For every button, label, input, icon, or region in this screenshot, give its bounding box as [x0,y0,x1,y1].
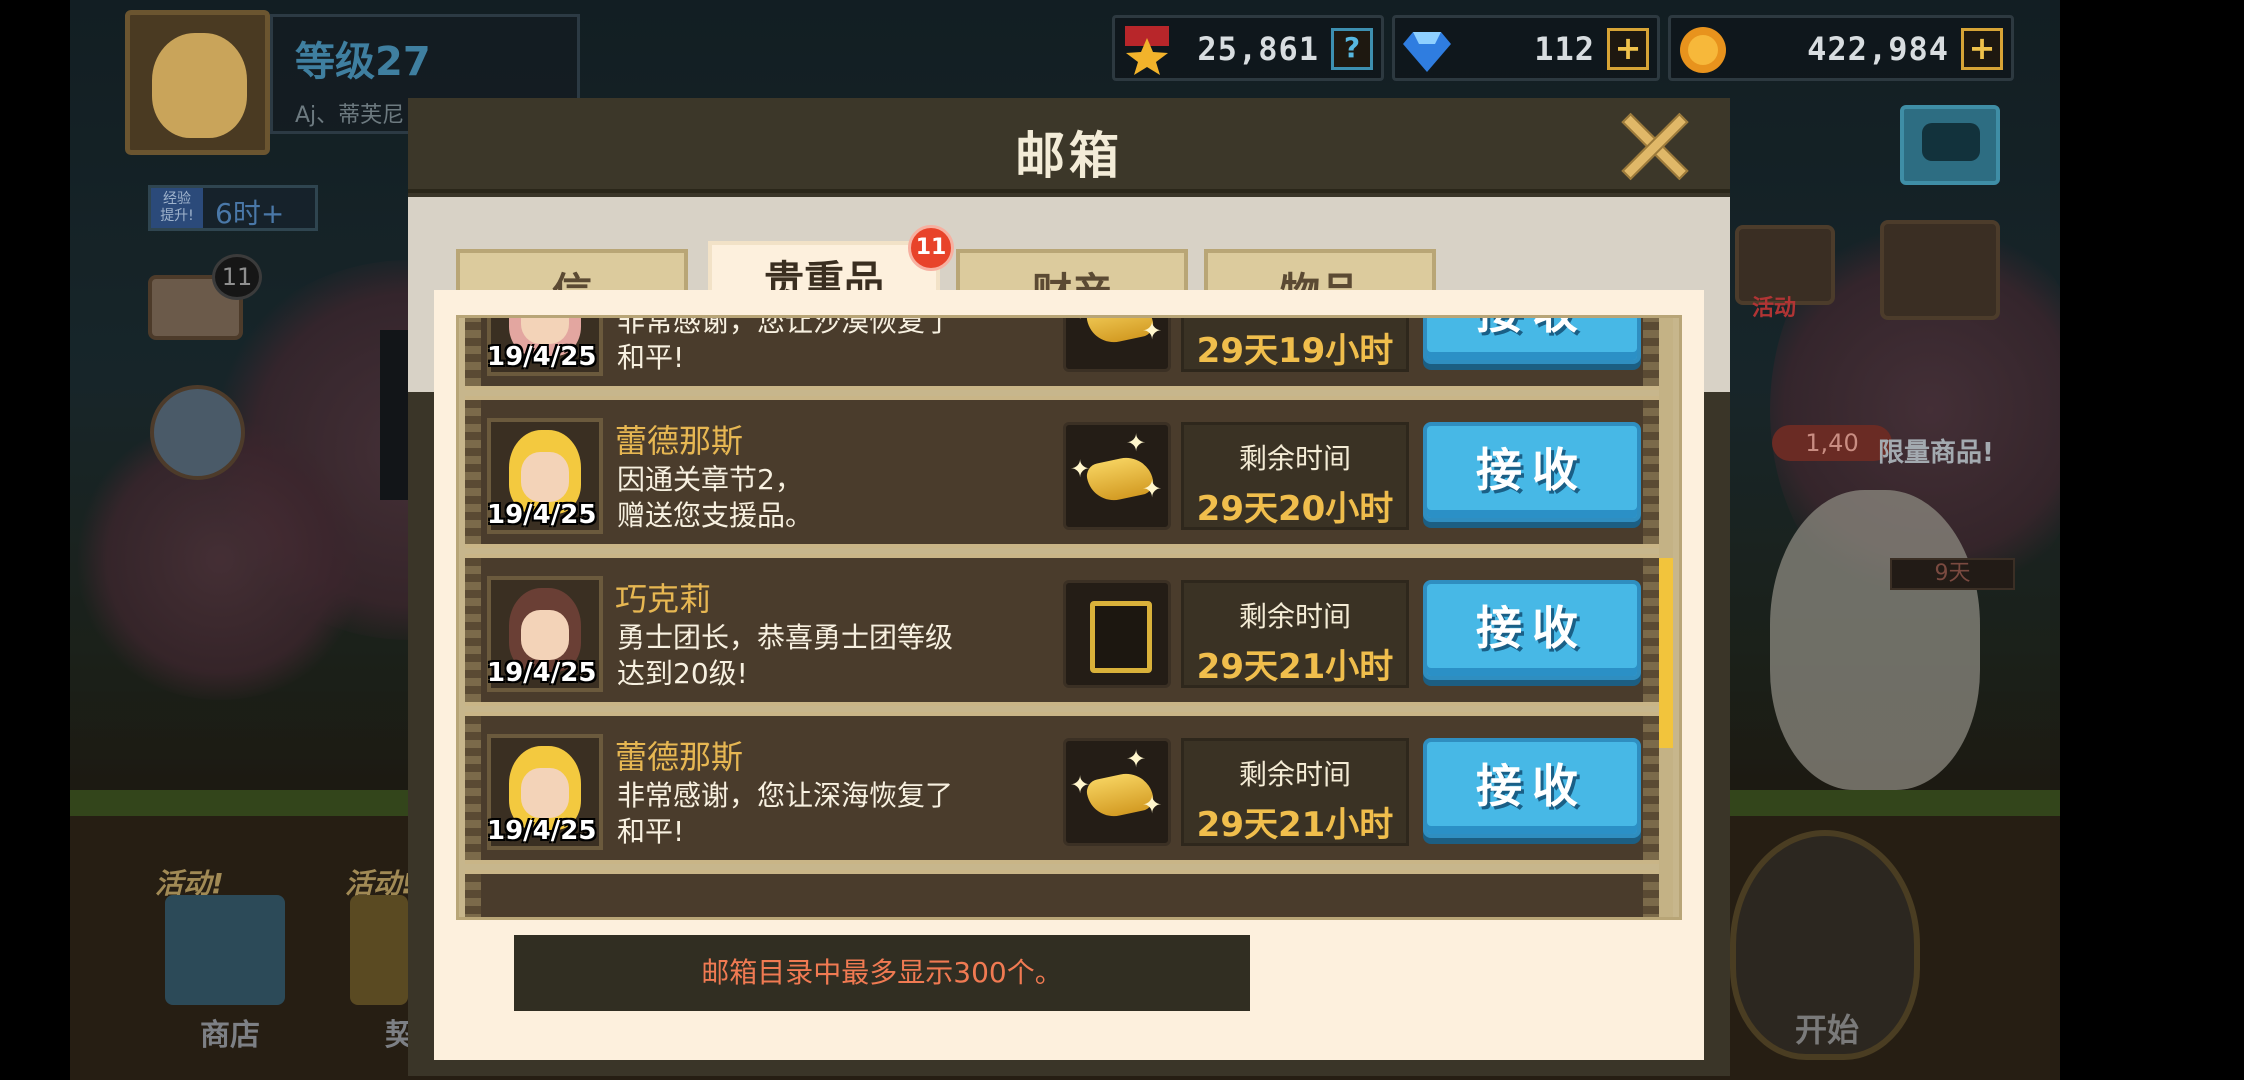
gem-value: 112 [1534,30,1595,68]
mail-date: 19/4/25 [487,816,597,846]
mail-date: 19/4/25 [487,500,597,530]
gem-icon [1401,24,1453,76]
receive-button[interactable]: 接收 [1423,738,1641,838]
remaining-time-value: 29天19小时 [1196,331,1394,371]
mail-count-badge: 11 [212,254,262,300]
player-name: Aj、蒂芙尼 [295,103,405,128]
remaining-time-label: 剩余时间 [1184,318,1406,319]
row-border-left [465,400,481,544]
mail-date: 19/4/25 [487,658,597,688]
gold-value: 422,984 [1807,30,1949,68]
remaining-time-label: 剩余时间 [1238,758,1351,791]
exp-boost-badge[interactable]: 经验 提升! 6时+ [148,185,318,231]
scroll-icon[interactable]: ✦✦✦ [1063,738,1171,846]
mail-row[interactable]: 19/4/25 巧克莉 勇士团长，恭喜勇士团等级 达到20级! 剩余时间 29天21小时… [465,554,1659,706]
shop-icon[interactable] [165,895,285,1005]
remaining-time-box: 剩余时间 29天21小时 [1181,738,1409,846]
limited-goods-label[interactable]: 限量商品! [1878,432,1994,469]
mail-list-scrollbar[interactable] [1659,318,1673,917]
receive-button[interactable]: 接收 [1423,580,1641,680]
gold-counter: 422,984 + [1668,15,2014,81]
mail-row[interactable]: 19/4/25 非常感谢，您让沙漠恢复了 和平! ✦✦✦ 剩余时间 29天19小时接收 [465,315,1659,390]
row-border-right [1643,400,1659,544]
player-level: 等级27 [295,39,431,85]
price-badge: 1,40 [1772,425,1892,461]
book-icon[interactable] [1063,580,1171,688]
row-border-right [1643,318,1659,386]
mail-sender: 蕾德那斯 [615,738,744,776]
scroll-icon[interactable]: ✦✦✦ [1063,422,1171,530]
shop-label[interactable]: 商店 [200,1010,260,1054]
scroll-icon[interactable]: ✦✦✦ [1063,318,1171,372]
remaining-time-value: 29天21小时 [1196,805,1394,845]
mail-message: 因通关章节2， 赠送您支援品。 [617,463,814,532]
receive-button[interactable]: 接收 [1423,318,1641,364]
days-remaining-badge: 9天 [1890,558,2015,590]
gold-add-button[interactable]: + [1961,28,2003,70]
hint-balloon-icon[interactable] [150,385,245,480]
remaining-time-box: 剩余时间 29天20小时 [1181,422,1409,530]
mail-sender: 蕾德那斯 [615,422,744,460]
mail-message: 非常感谢，您让深海恢复了 和平! [617,779,954,848]
mail-message: 非常感谢，您让沙漠恢复了 和平! [617,315,954,374]
mailbox-dialog: 邮箱 信 贵重品 11 财产 物品 19/4/25非常感谢，您让沙漠恢复了 和平… [408,98,1730,1076]
remaining-time-label: 剩余时间 [1238,442,1351,475]
gem-add-button[interactable]: + [1607,28,1649,70]
tab-valuables-count-badge: 11 [908,225,954,271]
event-label: 活动 [1752,296,1797,321]
medal-icon [1121,24,1173,76]
mail-message: 勇士团长，恭喜勇士团等级 达到20级! [617,621,954,690]
mail-list[interactable]: 19/4/25非常感谢，您让沙漠恢复了 和平!✦✦✦剩余时间29天19小时接收1… [456,315,1682,920]
remaining-time-box: 剩余时间 29天21小时 [1181,580,1409,688]
mail-row-partial[interactable] [465,870,1659,917]
exp-boost-label: 经验 提升! [151,188,203,228]
mailbox-header: 邮箱 [408,98,1730,193]
gold-coin-icon [1677,24,1729,76]
mailbox-limit-notice: 邮箱目录中最多显示300个。 [514,935,1250,1011]
chat-bubble-icon [1922,123,1980,161]
contract-icon[interactable] [350,895,408,1005]
row-border-left [465,558,481,702]
row-border-left [465,716,481,860]
remaining-time-value: 29天20小时 [1196,489,1394,529]
row-border-left [465,318,481,386]
scrollbar-thumb[interactable] [1659,558,1673,748]
gem-counter: 112 + [1392,15,1660,81]
close-icon[interactable] [1616,108,1690,182]
mail-row[interactable]: 19/4/25 蕾德那斯 非常感谢，您让深海恢复了 和平! ✦ ✦ ✦ 剩余时间 29天21小… [465,712,1659,864]
row-border-right [1643,558,1659,702]
start-label[interactable]: 开始 [1795,1005,1859,1051]
quest-board-icon[interactable] [1880,220,2000,320]
remaining-time-box: 剩余时间 29天19小时 [1181,318,1409,372]
mail-content-panel: 19/4/25非常感谢，您让沙漠恢复了 和平!✦✦✦剩余时间29天19小时接收1… [434,290,1704,1060]
medal-counter: 25,861 ? [1112,15,1384,81]
exp-boost-time: 6时+ [215,197,285,230]
medal-value: 25,861 [1197,30,1319,68]
mail-sender: 巧克莉 [615,580,712,618]
mascot-character [1770,490,1980,790]
row-border-right [1643,716,1659,860]
remaining-time-label: 剩余时间 [1238,600,1351,633]
mailbox-title: 邮箱 [1015,127,1123,185]
remaining-time-value: 29天21小时 [1196,647,1394,687]
chat-button[interactable] [1900,105,2000,185]
receive-button[interactable]: 接收 [1423,422,1641,522]
medal-help-button[interactable]: ? [1331,28,1373,70]
player-avatar[interactable] [125,10,270,155]
mail-date: 19/4/25 [487,342,597,372]
mail-row[interactable]: 19/4/25 蕾德那斯 因通关章节2， 赠送您支援品。 ✦ ✦ ✦ 剩余时间 29天20小时… [465,396,1659,548]
